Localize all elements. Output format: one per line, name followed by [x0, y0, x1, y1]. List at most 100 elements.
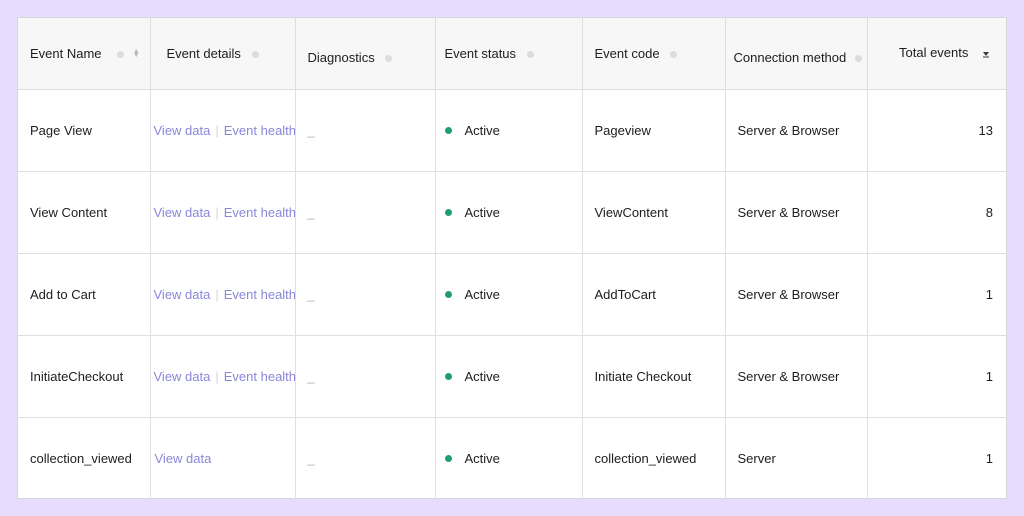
event-status-cell: Active [435, 89, 583, 172]
info-dot-icon [854, 54, 862, 62]
event-name-cell: collection_viewed [18, 417, 151, 499]
event-status: Active [464, 368, 500, 384]
connection-method: Server & Browser [737, 204, 840, 220]
table-row[interactable]: View Content View data | Event health _ Activ… [18, 171, 1006, 254]
table-header-row: Event Name ▲ ▼ Event details Diagnostics … [18, 18, 1006, 90]
column-header-event-details[interactable]: Event details [150, 18, 296, 90]
event-details-cell: View data [150, 417, 296, 499]
diagnostics-cell: _ [295, 171, 436, 254]
connection-method: Server [737, 450, 776, 466]
status-active-dot-icon [444, 126, 452, 134]
status-active-dot-icon [444, 208, 452, 216]
column-header-label: Diagnostics [307, 49, 375, 65]
event-code: ViewContent [594, 204, 668, 220]
view-data-link[interactable]: View data [154, 205, 211, 220]
link-separator: | [215, 368, 219, 384]
view-data-link[interactable]: View data [155, 451, 212, 466]
event-status-cell: Active [435, 417, 583, 499]
column-header-connection-method[interactable]: Connection method [725, 18, 868, 90]
diagnostics-value: _ [307, 122, 315, 138]
total-events-cell: 1 [867, 253, 1006, 336]
sort-icon[interactable]: ▲ ▼ [133, 48, 140, 59]
event-status: Active [464, 204, 500, 220]
event-health-link[interactable]: Event health [224, 123, 294, 138]
column-header-diagnostics[interactable]: Diagnostics [295, 18, 436, 90]
event-code-cell: collection_viewed [582, 417, 726, 499]
status-active-dot-icon [444, 290, 452, 298]
table-row[interactable]: Add to Cart View data | Event health _ Active… [18, 253, 1006, 336]
column-header-label: Total events [899, 45, 969, 61]
sort-descending-icon[interactable] [982, 46, 990, 61]
connection-method-cell: Server & Browser [725, 335, 868, 418]
total-events: 1 [985, 368, 993, 384]
connection-method-cell: Server & Browser [725, 253, 868, 336]
column-header-label: Event details [166, 45, 241, 61]
event-status-cell: Active [435, 171, 583, 254]
event-name: View Content [30, 204, 108, 220]
diagnostics-cell: _ [295, 253, 436, 336]
diagnostics-cell: _ [295, 89, 436, 172]
event-code-cell: ViewContent [582, 171, 726, 254]
connection-method-cell: Server & Browser [725, 171, 868, 254]
table-row[interactable]: Page View View data | Event health _ Active Pa… [18, 89, 1006, 172]
event-details-cell: View data | Event health [150, 335, 296, 418]
column-header-total-events[interactable]: Total events [867, 18, 1006, 90]
event-code-cell: AddToCart [582, 253, 726, 336]
connection-method-cell: Server & Browser [725, 89, 868, 172]
link-separator: | [215, 122, 219, 138]
total-events: 8 [985, 204, 993, 220]
column-header-event-status[interactable]: Event status [435, 18, 583, 90]
event-name: Add to Cart [30, 286, 96, 302]
column-header-label: Connection method [733, 49, 847, 65]
event-code: collection_viewed [594, 450, 697, 466]
connection-method: Server & Browser [737, 368, 840, 384]
event-name-cell: Page View [18, 89, 151, 172]
column-header-event-name[interactable]: Event Name ▲ ▼ [18, 18, 151, 90]
event-name: InitiateCheckout [30, 368, 124, 384]
table-row[interactable]: InitiateCheckout View data | Event health _ A… [18, 335, 1006, 418]
info-dot-icon [251, 50, 259, 58]
event-health-link[interactable]: Event health [224, 369, 294, 384]
event-name-cell: View Content [18, 171, 151, 254]
total-events: 13 [978, 122, 993, 138]
event-status: Active [464, 122, 500, 138]
total-events-cell: 8 [867, 171, 1006, 254]
event-code-cell: Pageview [582, 89, 726, 172]
connection-method-cell: Server [725, 417, 868, 499]
status-active-dot-icon [444, 454, 452, 462]
diagnostics-cell: _ [295, 417, 436, 499]
link-separator: | [215, 286, 219, 302]
link-separator: | [215, 204, 219, 220]
view-data-link[interactable]: View data [154, 369, 211, 384]
event-status-cell: Active [435, 253, 583, 336]
event-name-cell: Add to Cart [18, 253, 151, 336]
events-table-panel: Event Name ▲ ▼ Event details Diagnostics … [17, 17, 1007, 499]
column-header-label: Event status [444, 45, 517, 61]
event-code-cell: Initiate Checkout [582, 335, 726, 418]
column-header-label: Event code [594, 45, 660, 61]
event-details-cell: View data | Event health [150, 253, 296, 336]
connection-method: Server & Browser [737, 286, 840, 302]
event-name: collection_viewed [30, 450, 132, 466]
total-events-cell: 13 [867, 89, 1006, 172]
event-health-link[interactable]: Event health [224, 205, 294, 220]
event-details-cell: View data | Event health [150, 89, 296, 172]
diagnostics-value: _ [307, 286, 315, 302]
view-data-link[interactable]: View data [154, 287, 211, 302]
event-health-link[interactable]: Event health [224, 287, 294, 302]
event-code: AddToCart [594, 286, 656, 302]
info-dot-icon [385, 54, 393, 62]
diagnostics-value: _ [307, 204, 315, 220]
view-data-link[interactable]: View data [154, 123, 211, 138]
column-header-event-code[interactable]: Event code [582, 18, 726, 90]
diagnostics-cell: _ [295, 335, 436, 418]
info-dot-icon [117, 50, 125, 58]
total-events-cell: 1 [867, 335, 1006, 418]
event-status-cell: Active [435, 335, 583, 418]
event-details-cell: View data | Event health [150, 171, 296, 254]
total-events-cell: 1 [867, 417, 1006, 499]
status-active-dot-icon [444, 372, 452, 380]
event-code: Pageview [594, 122, 651, 138]
info-dot-icon [670, 50, 678, 58]
table-row[interactable]: collection_viewed View data _ Active collect… [18, 417, 1006, 499]
